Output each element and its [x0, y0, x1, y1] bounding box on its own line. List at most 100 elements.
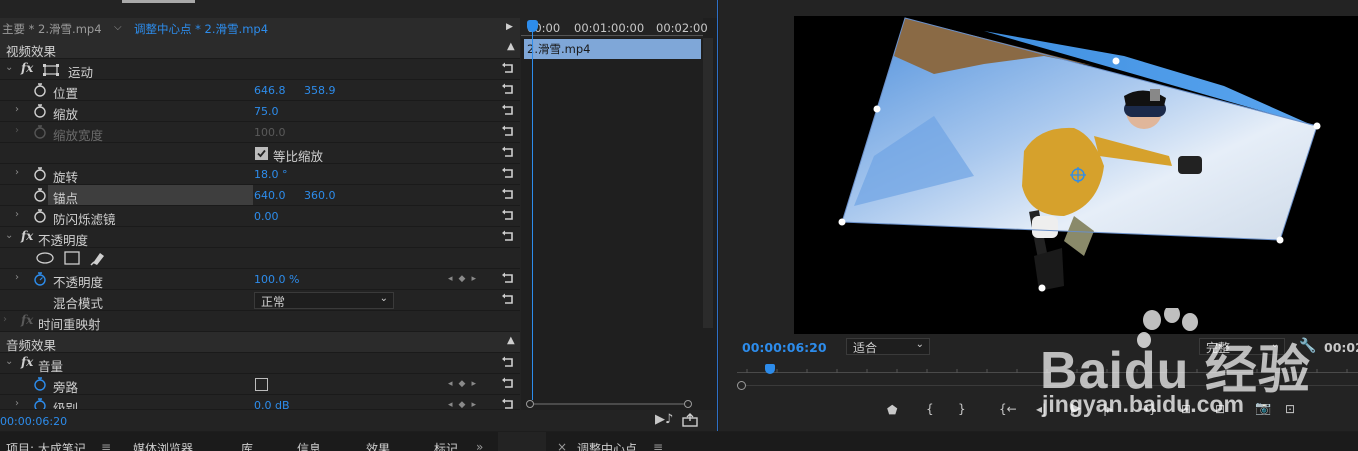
- stopwatch-icon[interactable]: [33, 188, 47, 202]
- chevron-right-icon[interactable]: ›: [15, 272, 19, 283]
- clip-bar[interactable]: 2.滑雪.mp4: [524, 39, 701, 59]
- reset-icon[interactable]: [501, 209, 515, 222]
- video-frame-image[interactable]: [794, 16, 1358, 334]
- tab-info[interactable]: 信息: [297, 440, 321, 451]
- uniform-scale-checkbox[interactable]: [255, 147, 268, 160]
- keyframe-navigator-icon[interactable]: ◂◆▸: [448, 400, 482, 409]
- tab-menu-icon[interactable]: ≡: [653, 440, 663, 451]
- reset-icon[interactable]: [501, 398, 515, 410]
- chevron-down-icon[interactable]: ⌄: [5, 230, 13, 241]
- overwrite-icon[interactable]: ⊟: [1215, 402, 1225, 416]
- zoom-scroll-handle[interactable]: [737, 381, 746, 390]
- stopwatch-icon[interactable]: [33, 167, 47, 181]
- flicker-value[interactable]: 0.00: [254, 210, 279, 223]
- collapse-up-icon[interactable]: ▲: [507, 335, 515, 346]
- fx-toggle-icon[interactable]: fx: [21, 229, 33, 243]
- reset-icon[interactable]: [501, 125, 515, 138]
- anchor-x-value[interactable]: 640.0: [254, 189, 286, 202]
- bypass-checkbox[interactable]: [255, 378, 268, 391]
- vertical-scrollbar[interactable]: [703, 38, 713, 328]
- chevron-right-icon[interactable]: ›: [15, 167, 19, 178]
- play-icon[interactable]: ▶: [1071, 401, 1081, 416]
- reset-icon[interactable]: [501, 167, 515, 180]
- export-icon[interactable]: [682, 413, 698, 427]
- play-only-icon[interactable]: ▶: [506, 22, 513, 32]
- camera-icon[interactable]: 📷: [1255, 401, 1271, 416]
- mark-in-icon[interactable]: {: [926, 402, 934, 416]
- tab-media-browser[interactable]: 媒体浏览器: [133, 440, 193, 451]
- tab-markers[interactable]: 标记: [434, 440, 458, 451]
- horizontal-scrollbar[interactable]: [524, 400, 704, 408]
- chevron-right-icon[interactable]: ›: [15, 398, 19, 409]
- add-marker-icon[interactable]: ⬟: [887, 403, 897, 417]
- chevron-down-icon[interactable]: ⌄: [5, 62, 13, 73]
- time-ruler[interactable]: 00:00 00:01:00:00 00:02:00: [521, 18, 708, 38]
- reset-icon[interactable]: [501, 146, 515, 159]
- collapse-up-icon[interactable]: ▲: [507, 41, 515, 52]
- reset-icon[interactable]: [501, 377, 515, 390]
- source-clip-tab[interactable]: 主要 * 2.滑雪.mp4: [2, 21, 102, 37]
- transform-icon[interactable]: [43, 64, 59, 76]
- pen-mask-icon[interactable]: [90, 250, 106, 266]
- reset-icon[interactable]: [501, 293, 515, 306]
- go-to-in-icon[interactable]: {←: [999, 402, 1017, 416]
- stopwatch-active-icon[interactable]: [33, 377, 47, 391]
- position-x-value[interactable]: 646.8: [254, 84, 286, 97]
- step-back-icon[interactable]: ◂|: [1036, 402, 1046, 416]
- monitor-scrubber[interactable]: [737, 364, 1358, 378]
- ec-timecode[interactable]: 00:00:06:20: [0, 415, 67, 428]
- reset-icon[interactable]: [501, 62, 515, 75]
- stopwatch-icon[interactable]: [33, 209, 47, 223]
- keyframe-navigator-icon[interactable]: ◂◆▸: [448, 379, 482, 389]
- rectangle-mask-icon[interactable]: [64, 251, 80, 265]
- step-forward-icon[interactable]: |▸: [1103, 402, 1113, 416]
- chevron-right-icon[interactable]: ›: [3, 314, 7, 325]
- stopwatch-icon[interactable]: [33, 83, 47, 97]
- mark-out-icon[interactable]: }: [958, 402, 966, 416]
- tab-menu-icon[interactable]: ≡: [101, 440, 111, 451]
- stopwatch-active-icon[interactable]: [33, 272, 47, 286]
- go-to-out-icon[interactable]: →}: [1139, 402, 1157, 416]
- tab-effects[interactable]: 效果: [366, 440, 390, 451]
- stopwatch-active-icon[interactable]: [33, 398, 47, 410]
- reset-icon[interactable]: [501, 272, 515, 285]
- tab-project[interactable]: 项目: 大成笔记: [6, 440, 86, 451]
- tab-library[interactable]: 库: [241, 440, 253, 451]
- reset-icon[interactable]: [501, 83, 515, 96]
- opacity-value[interactable]: 100.0 %: [254, 273, 299, 286]
- playback-resolution-select[interactable]: 完整 ⌄: [1199, 338, 1285, 355]
- chevron-right-icon[interactable]: ›: [15, 104, 19, 115]
- effect-timeline-area[interactable]: [521, 18, 717, 431]
- anchor-y-value[interactable]: 360.0: [304, 189, 336, 202]
- reset-icon[interactable]: [501, 230, 515, 243]
- monitor-timecode[interactable]: 00:00:06:20: [742, 340, 827, 355]
- level-value[interactable]: 0.0 dB: [254, 399, 290, 409]
- chevron-down-icon[interactable]: ⌄: [5, 356, 13, 367]
- reset-icon[interactable]: [501, 104, 515, 117]
- video-preview[interactable]: [794, 16, 1358, 334]
- zoom-fit-select[interactable]: 适合 ⌄: [846, 338, 930, 355]
- playhead[interactable]: [532, 20, 533, 400]
- button-editor-icon[interactable]: ⊡: [1285, 402, 1295, 416]
- close-icon[interactable]: ×: [557, 440, 567, 451]
- stopwatch-icon[interactable]: [33, 104, 47, 118]
- fx-toggle-icon[interactable]: fx: [21, 355, 33, 369]
- wrench-icon[interactable]: 🔧: [1299, 338, 1316, 354]
- ellipse-mask-icon[interactable]: [36, 252, 54, 264]
- more-tabs-icon[interactable]: »: [476, 440, 483, 451]
- active-sequence-tab[interactable]: 调整中心点 * 2.滑雪.mp4: [134, 21, 268, 37]
- fx-toggle-icon[interactable]: fx: [21, 61, 33, 75]
- position-y-value[interactable]: 358.9: [304, 84, 336, 97]
- reset-icon[interactable]: [501, 356, 515, 369]
- reset-icon[interactable]: [501, 188, 515, 201]
- chevron-down-icon[interactable]: ⌵: [114, 22, 122, 33]
- keyframe-navigator-icon[interactable]: ◂◆▸: [448, 274, 482, 284]
- playhead-handle[interactable]: [527, 20, 538, 32]
- tab-sequence[interactable]: 调整中心点: [577, 440, 637, 451]
- insert-icon[interactable]: ⊞: [1181, 402, 1191, 416]
- rotation-value[interactable]: 18.0 °: [254, 168, 288, 181]
- blend-mode-select[interactable]: 正常 ⌄: [254, 292, 394, 309]
- chevron-right-icon[interactable]: ›: [15, 209, 19, 220]
- monitor-playhead[interactable]: [765, 364, 775, 374]
- play-audio-icon[interactable]: ▶♪: [655, 412, 673, 427]
